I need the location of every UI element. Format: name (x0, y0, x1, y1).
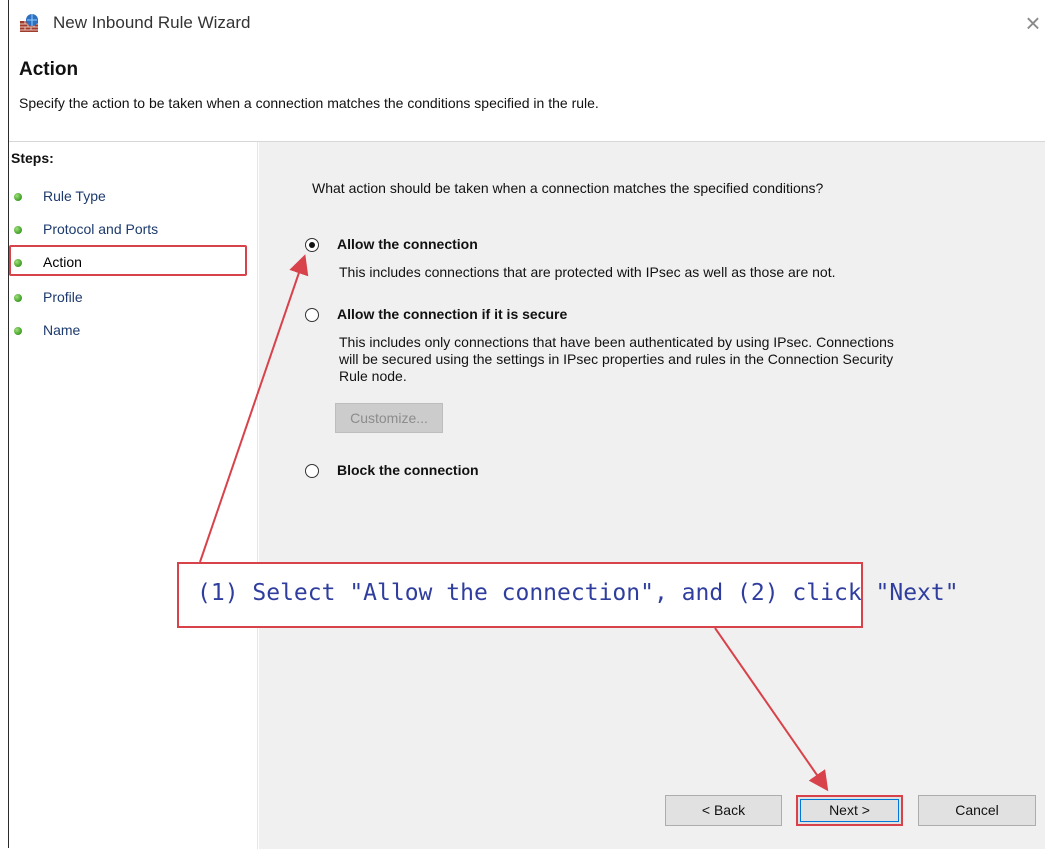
annotation-callout: (1) Select "Allow the connection", and (… (177, 562, 959, 628)
step-status-icon (14, 193, 22, 201)
customize-button[interactable]: Customize... (335, 403, 443, 433)
allow-radio[interactable] (305, 238, 319, 252)
description-line: Rule node. (339, 368, 407, 384)
annotation-text: (1) Select "Allow the connection", and (… (197, 580, 959, 606)
step-protocol-and-ports[interactable]: Protocol and Ports (9, 217, 249, 243)
step-label: Name (43, 322, 81, 338)
main-panel: What action should be taken when a conne… (259, 142, 1045, 849)
wizard-body: Steps: Rule Type Protocol and Ports Acti… (9, 141, 1045, 849)
step-status-icon (14, 226, 22, 234)
step-rule-type[interactable]: Rule Type (9, 184, 249, 210)
allow-secure-label[interactable]: Allow the connection if it is secure (337, 306, 567, 322)
next-button-focus-ring (800, 799, 899, 822)
page-title: Action (19, 59, 79, 80)
block-label[interactable]: Block the connection (337, 462, 479, 478)
step-status-icon (14, 294, 22, 302)
step-profile[interactable]: Profile (9, 285, 249, 311)
step-status-icon (14, 327, 22, 335)
allow-description: This includes connections that are prote… (339, 264, 836, 280)
step-label: Protocol and Ports (43, 221, 159, 237)
step-label: Rule Type (43, 188, 106, 204)
close-button[interactable]: × (1020, 8, 1045, 38)
action-question: What action should be taken when a conne… (312, 180, 824, 196)
allow-secure-description: This includes only connections that have… (339, 334, 894, 385)
allow-secure-radio[interactable] (305, 308, 319, 322)
allow-label[interactable]: Allow the connection (337, 236, 478, 252)
steps-panel: Steps: Rule Type Protocol and Ports Acti… (9, 142, 258, 849)
page-subtitle: Specify the action to be taken when a co… (19, 95, 599, 111)
block-radio[interactable] (305, 464, 319, 478)
wizard-window: New Inbound Rule Wizard × Action Specify… (8, 0, 1045, 849)
next-button[interactable]: Next > (796, 795, 903, 826)
steps-title: Steps: (11, 150, 54, 166)
current-step-highlight (9, 245, 247, 276)
description-line: This includes only connections that have… (339, 334, 894, 350)
window-title: New Inbound Rule Wizard (53, 13, 251, 32)
step-name[interactable]: Name (9, 318, 249, 344)
description-line: will be secured using the settings in IP… (339, 351, 894, 367)
back-button[interactable]: < Back (665, 795, 782, 826)
step-label: Profile (43, 289, 83, 305)
title-bar: New Inbound Rule Wizard × (9, 0, 1045, 46)
cancel-button[interactable]: Cancel (918, 795, 1036, 826)
firewall-icon (19, 13, 41, 33)
